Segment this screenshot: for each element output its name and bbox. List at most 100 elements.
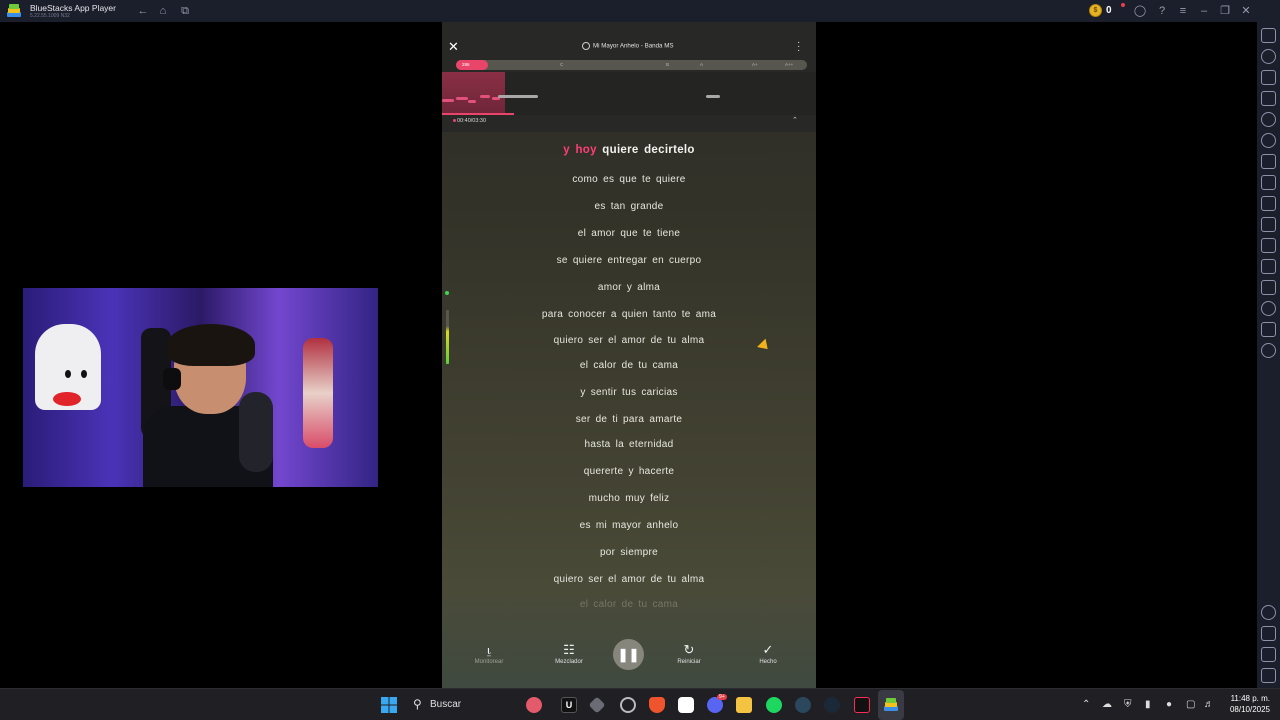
layers-icon[interactable]: [1261, 322, 1276, 337]
account-icon[interactable]: ◯: [1133, 4, 1147, 18]
mixer-icon: ☷: [563, 642, 575, 657]
coin-count: 0: [1106, 5, 1112, 16]
media-folder-icon[interactable]: [1261, 238, 1276, 253]
lyric-line: el amor que te tiene: [577, 228, 681, 239]
song-title: Mi Mayor Anhelo - Banda MS: [582, 42, 673, 50]
lyric-line: ser de ti para amarte: [575, 414, 683, 425]
settings-gear-icon[interactable]: [1261, 605, 1276, 620]
clock-time[interactable]: 11:48 p. m.: [1224, 694, 1270, 703]
media-manager-icon[interactable]: [1261, 70, 1276, 85]
lyric-line: y sentir tus caricias: [580, 387, 678, 398]
lyric-line: el calor de tu cama: [579, 360, 679, 371]
collapse-chevron-icon[interactable]: ⌃: [792, 116, 798, 124]
microphone-icon[interactable]: ●: [1166, 699, 1172, 710]
capcut-icon[interactable]: [678, 697, 694, 713]
lyric-line: amor y alma: [597, 282, 661, 293]
restart-button[interactable]: ↻ Reiniciar: [659, 641, 719, 665]
gamepad-icon[interactable]: [1261, 154, 1276, 169]
lyric-current-line: y hoy quiere decirtelo: [442, 144, 816, 156]
recording-dot: [453, 119, 456, 123]
voice-level-meter: [446, 310, 449, 364]
tray-overflow-icon[interactable]: ⌃: [1082, 699, 1090, 710]
monitor-button[interactable]: ⍸ Monitorear: [459, 641, 519, 665]
shake-icon[interactable]: [1261, 133, 1276, 148]
fullscreen-icon[interactable]: [1261, 28, 1276, 43]
steam-icon[interactable]: [795, 697, 811, 713]
sync-icon[interactable]: [1261, 343, 1276, 358]
lyric-line: para conocer a quien tanto te ama: [541, 309, 717, 320]
eco-mode-icon[interactable]: [1261, 280, 1276, 295]
sidebar-home-icon[interactable]: [1261, 647, 1276, 662]
unity-icon[interactable]: [588, 696, 606, 714]
pause-icon: ❚❚: [617, 647, 640, 662]
done-label: Hecho: [759, 659, 777, 665]
volume-icon[interactable]: [1261, 49, 1276, 64]
close-window-icon[interactable]: ✕: [1239, 4, 1253, 18]
song-progress: [442, 113, 514, 115]
score-bar-fill: [456, 60, 488, 70]
display-icon[interactable]: ▢: [1186, 699, 1195, 710]
windows-start-icon[interactable]: [381, 697, 397, 713]
search-icon[interactable]: ⚲: [413, 697, 422, 711]
coin-icon[interactable]: $: [1089, 4, 1102, 17]
keyboard-icon[interactable]: [1261, 91, 1276, 106]
lyric-line: es tan grande: [594, 201, 664, 212]
steam-alt-icon[interactable]: [824, 697, 840, 713]
lyric-line: como es que te quiere: [572, 174, 686, 185]
karaoke-app-screen: ✕ Mi Mayor Anhelo - Banda MS · · · 286 C B…: [442, 22, 816, 688]
recent-apps-icon[interactable]: [1261, 668, 1276, 683]
restart-label: Reiniciar: [677, 659, 701, 665]
song-title-text: Mi Mayor Anhelo - Banda MS: [593, 42, 674, 50]
check-icon: ✓: [762, 642, 774, 657]
grade-a: A: [700, 62, 704, 67]
pause-button[interactable]: ❚❚: [613, 639, 644, 670]
back-icon[interactable]: ←: [136, 4, 150, 18]
octopus-app-icon[interactable]: [526, 697, 542, 713]
help-icon[interactable]: ?: [1155, 4, 1169, 18]
bluestacks-sidebar: [1257, 22, 1280, 688]
speaker-icon[interactable]: ♬: [1204, 699, 1214, 710]
macro-icon[interactable]: [1261, 175, 1276, 190]
lyric-line: por siempre: [599, 547, 659, 558]
tiktok-icon[interactable]: [854, 697, 870, 713]
minimize-icon[interactable]: –: [1197, 4, 1211, 18]
onedrive-icon[interactable]: ☁: [1102, 699, 1112, 710]
battery-icon[interactable]: ▮: [1145, 699, 1151, 710]
menu-icon[interactable]: ≡: [1176, 4, 1190, 18]
sidebar-back-icon[interactable]: [1261, 626, 1276, 641]
done-button[interactable]: ✓ Hecho: [738, 641, 798, 665]
mixer-label: Mezclador: [555, 659, 583, 665]
lyric-line: el calor de tu cama: [579, 599, 679, 610]
spotify-icon[interactable]: [766, 697, 782, 713]
multi-instance-icon[interactable]: ⧉: [178, 4, 192, 18]
brave-browser-icon[interactable]: [649, 697, 665, 713]
close-icon[interactable]: ✕: [448, 39, 459, 55]
location-icon[interactable]: [1261, 301, 1276, 316]
ghost-decoration: [35, 324, 101, 410]
app-title: BlueStacks App Player: [30, 3, 116, 13]
screenshot-icon[interactable]: [1261, 196, 1276, 211]
rotate-icon[interactable]: [1261, 112, 1276, 127]
playback-time-text: 00:40/03:30: [457, 118, 487, 124]
more-options-icon[interactable]: · · ·: [797, 38, 800, 56]
bluestacks-logo-icon: [7, 4, 21, 17]
restart-icon: ↻: [683, 642, 695, 657]
restore-icon[interactable]: ❐: [1218, 4, 1232, 18]
clock-date[interactable]: 08/10/2025: [1224, 705, 1270, 714]
epic-games-icon[interactable]: U: [561, 697, 577, 713]
file-explorer-icon[interactable]: [736, 697, 752, 713]
taskbar-search[interactable]: Buscar: [430, 699, 461, 710]
monitor-label: Monitorear: [474, 659, 504, 665]
mixer-button[interactable]: ☷ Mezclador: [539, 641, 599, 665]
ghost-eye: [65, 370, 71, 378]
install-apk-icon[interactable]: [1261, 259, 1276, 274]
home-icon[interactable]: ⌂: [156, 4, 170, 18]
obs-icon[interactable]: [620, 697, 636, 713]
pitch-note: [706, 95, 720, 98]
defender-icon[interactable]: ⛨: [1124, 699, 1132, 710]
bluestacks-taskbar-active[interactable]: [878, 690, 904, 720]
record-icon[interactable]: [1261, 217, 1276, 232]
lyric-line: es mi mayor anhelo: [579, 520, 679, 531]
lyric-line: mucho muy feliz: [588, 493, 670, 504]
pitch-note: [442, 99, 454, 102]
